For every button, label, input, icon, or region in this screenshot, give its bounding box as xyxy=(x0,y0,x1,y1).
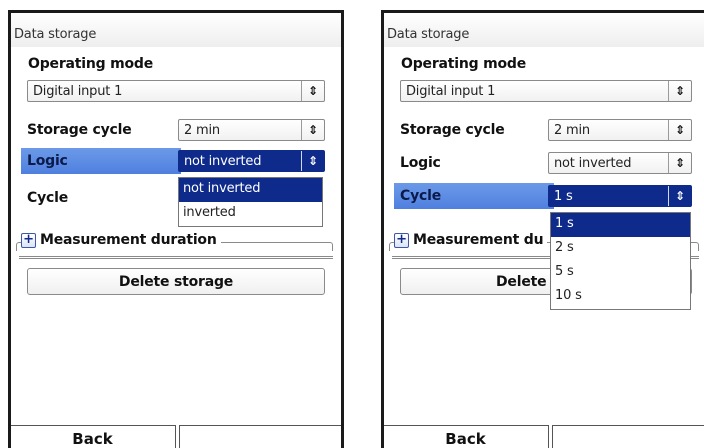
plus-icon[interactable]: + xyxy=(394,232,409,248)
logic-label: Logic xyxy=(400,155,441,171)
up-down-arrows-icon[interactable]: ⇕ xyxy=(668,120,691,140)
up-down-arrows-icon[interactable]: ⇕ xyxy=(301,120,324,140)
up-down-arrows-icon[interactable]: ⇕ xyxy=(668,153,691,173)
cycle-dropdown-list: 1 s 2 s 5 s 10 s xyxy=(550,212,691,310)
storage-cycle-label: Storage cycle xyxy=(27,122,132,138)
cycle-label: Cycle xyxy=(27,190,68,206)
logic-label[interactable]: Logic xyxy=(21,148,181,174)
operating-mode-value: Digital input 1 xyxy=(406,84,496,99)
dropdown-option[interactable]: 1 s xyxy=(551,213,690,237)
measurement-duration-expander[interactable]: + Measurement du xyxy=(394,232,548,248)
operating-mode-label: Operating mode xyxy=(28,56,154,72)
right-softkey[interactable] xyxy=(552,425,704,448)
screen-cycle-dropdown: Data storage Operating mode Digital inpu… xyxy=(381,10,704,448)
cycle-value: 1 s xyxy=(554,189,573,204)
logic-select[interactable]: not inverted ⇕ xyxy=(178,150,325,172)
dropdown-option[interactable]: 5 s xyxy=(551,261,690,285)
operating-mode-label: Operating mode xyxy=(401,56,527,72)
logic-select[interactable]: not inverted ⇕ xyxy=(548,152,692,174)
operating-mode-value: Digital input 1 xyxy=(33,84,123,99)
cycle-select[interactable]: 1 s ⇕ xyxy=(548,185,692,207)
operating-mode-select[interactable]: Digital input 1 ⇕ xyxy=(27,80,325,102)
measurement-duration-label: Measurement du xyxy=(413,232,544,248)
right-softkey[interactable] xyxy=(179,425,341,448)
back-softkey[interactable]: Back xyxy=(384,425,549,448)
up-down-arrows-icon[interactable]: ⇕ xyxy=(668,186,691,206)
measurement-duration-expander[interactable]: + Measurement duration xyxy=(21,232,221,248)
divider xyxy=(19,256,333,259)
storage-cycle-label: Storage cycle xyxy=(400,122,505,138)
delete-storage-button[interactable]: Delete storage xyxy=(27,268,325,295)
storage-cycle-select[interactable]: 2 min ⇕ xyxy=(548,119,692,141)
screen-title: Data storage xyxy=(11,13,341,47)
logic-value: not inverted xyxy=(554,156,632,171)
back-softkey[interactable]: Back xyxy=(11,425,176,448)
logic-value: not inverted xyxy=(184,154,262,169)
storage-cycle-value: 2 min xyxy=(184,123,220,138)
dropdown-option[interactable]: 2 s xyxy=(551,237,690,261)
screen-title: Data storage xyxy=(384,13,704,47)
screen-logic-dropdown: Data storage Operating mode Digital inpu… xyxy=(8,10,344,448)
dropdown-option[interactable]: 10 s xyxy=(551,285,690,309)
measurement-duration-label: Measurement duration xyxy=(40,232,217,248)
up-down-arrows-icon[interactable]: ⇕ xyxy=(301,151,324,171)
operating-mode-select[interactable]: Digital input 1 ⇕ xyxy=(400,80,692,102)
up-down-arrows-icon[interactable]: ⇕ xyxy=(668,81,691,101)
storage-cycle-value: 2 min xyxy=(554,123,590,138)
dropdown-option[interactable]: inverted xyxy=(179,202,322,226)
logic-dropdown-list: not inverted inverted xyxy=(178,177,323,227)
plus-icon[interactable]: + xyxy=(21,232,36,248)
dropdown-option[interactable]: not inverted xyxy=(179,178,322,202)
storage-cycle-select[interactable]: 2 min ⇕ xyxy=(178,119,325,141)
cycle-label[interactable]: Cycle xyxy=(394,183,554,209)
up-down-arrows-icon[interactable]: ⇕ xyxy=(301,81,324,101)
